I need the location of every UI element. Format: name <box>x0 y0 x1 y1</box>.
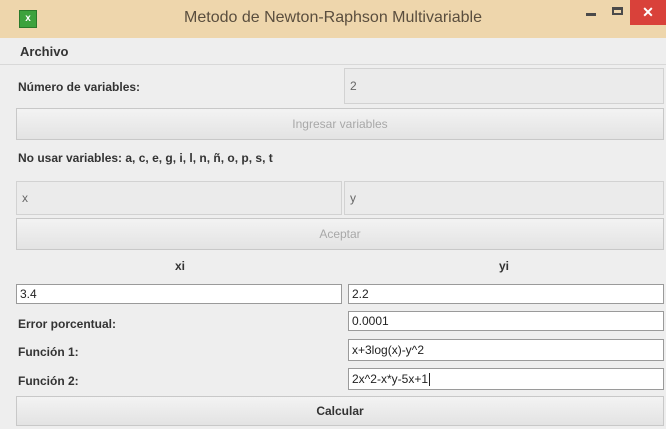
funcion-1-input[interactable]: x+3log(x)-y^2 <box>348 339 664 361</box>
aceptar-button[interactable]: Aceptar <box>16 218 664 250</box>
num-vars-field[interactable]: 2 <box>344 68 664 104</box>
window-title: Metodo de Newton-Raphson Multivariable <box>184 9 482 26</box>
error-input[interactable]: 0.0001 <box>348 311 664 331</box>
close-button[interactable]: ✕ <box>630 0 666 25</box>
menu-archivo[interactable]: Archivo <box>20 44 68 59</box>
error-label: Error porcentual: <box>18 317 117 331</box>
minimize-icon <box>586 13 596 16</box>
minimize-button[interactable] <box>577 0 605 22</box>
header-xi: xi <box>174 259 185 273</box>
menu-bar: Archivo <box>0 39 666 65</box>
xi-input[interactable]: 3.4 <box>16 284 342 304</box>
funcion-2-input[interactable]: 2x^2-x*y-5x+1 <box>352 372 428 386</box>
title-bar[interactable]: x Metodo de Newton-Raphson Multivariable… <box>0 0 666 38</box>
yi-input[interactable]: 2.2 <box>348 284 664 304</box>
close-icon: ✕ <box>642 4 654 20</box>
funcion-2-label: Función 2: <box>18 374 79 388</box>
maximize-button[interactable] <box>606 0 630 22</box>
ingresar-variables-button[interactable]: Ingresar variables <box>16 108 664 140</box>
text-caret <box>429 373 430 387</box>
no-usar-label: No usar variables: a, c, e, g, i, l, n, … <box>18 151 273 165</box>
maximize-icon <box>612 7 623 15</box>
funcion-1-label: Función 1: <box>18 345 79 359</box>
var-name-x[interactable]: x <box>16 181 342 215</box>
num-vars-label: Número de variables: <box>18 80 141 94</box>
calcular-button[interactable]: Calcular <box>16 396 664 426</box>
header-yi: yi <box>498 259 509 273</box>
var-name-y[interactable]: y <box>344 181 664 215</box>
funcion-2-field[interactable]: 2x^2-x*y-5x+1 <box>348 368 664 390</box>
app-window: x Metodo de Newton-Raphson Multivariable… <box>0 0 666 429</box>
